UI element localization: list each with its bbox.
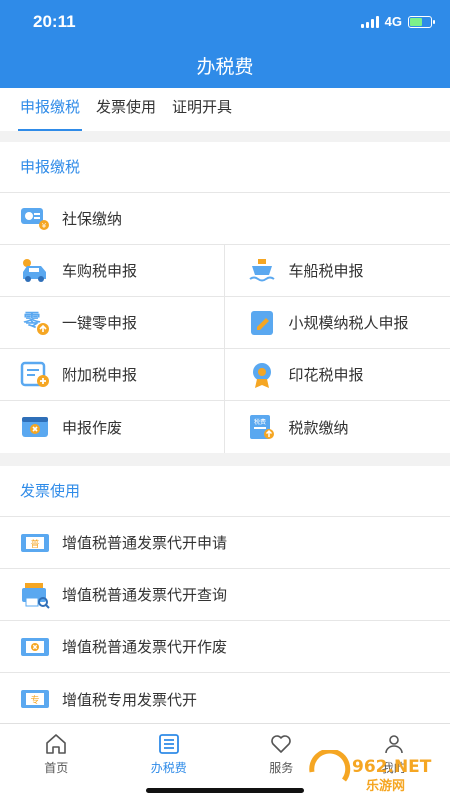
surtax-form-icon xyxy=(18,358,52,392)
watermark-logo: 962.NET 乐游网 xyxy=(308,748,442,794)
nav-home[interactable]: 首页 xyxy=(0,724,113,800)
menu-item-vehicle-vessel-tax[interactable]: 车船税申报 xyxy=(223,245,450,296)
car-icon xyxy=(18,254,52,288)
svg-text:税费: 税费 xyxy=(253,418,265,426)
top-bar: 20:11 4G 办税费 xyxy=(0,0,450,88)
menu-item-label: 增值税专用发票代开 xyxy=(62,691,198,709)
status-indicators: 4G xyxy=(360,14,435,29)
menu-item-void-declaration[interactable]: 申报作废 xyxy=(0,401,224,453)
home-indicator xyxy=(146,788,304,793)
menu-item-invoice-void[interactable]: 增值税普通发票代开作废 xyxy=(0,621,450,672)
battery-icon xyxy=(408,15,435,28)
svg-text:乐游网: 乐游网 xyxy=(366,778,405,794)
status-time: 20:11 xyxy=(33,12,76,31)
menu-item-small-taxpayer[interactable]: 小规模纳税人申报 xyxy=(223,297,450,348)
invoice-glyph: 专 xyxy=(30,694,39,706)
tax-payment-icon: 税费 xyxy=(245,410,279,444)
menu-item-vehicle-purchase-tax[interactable]: 车购税申报 xyxy=(0,245,224,296)
menu-item-social-security[interactable]: ¥ 社保缴纳 xyxy=(0,193,450,244)
menu-item-surtax[interactable]: 附加税申报 xyxy=(0,349,224,400)
small-taxpayer-icon xyxy=(245,306,279,340)
heart-icon xyxy=(269,732,293,756)
menu-item-label: 增值税普通发票代开申请 xyxy=(62,535,228,552)
menu-item-label: 附加税申报 xyxy=(62,367,138,384)
menu-item-zero-declaration[interactable]: 零 一键零申报 xyxy=(0,297,224,348)
zero-declare-icon: 零 xyxy=(18,306,52,340)
tab-certificate[interactable]: 证明开具 xyxy=(166,88,238,131)
section-title: 发票使用 xyxy=(0,466,450,517)
section-title: 申报缴税 xyxy=(0,142,450,193)
invoice-void-icon xyxy=(18,630,52,664)
menu-item-invoice-apply[interactable]: 普 增值税普通发票代开申请 xyxy=(0,517,450,568)
menu-item-label: 申报作废 xyxy=(62,419,123,437)
menu-item-tax-payment[interactable]: 税费 税款缴纳 xyxy=(223,401,450,453)
section-declare: 申报缴税 ¥ 社保缴纳 车购税申报 车船税申报 零 一键零申报 小规模纳税人申报… xyxy=(0,142,450,453)
stamp-badge-icon xyxy=(245,358,279,392)
menu-item-label: 税款缴纳 xyxy=(288,419,349,437)
network-label: 4G xyxy=(384,14,402,29)
menu-item-label: 增值税普通发票代开作废 xyxy=(62,639,228,656)
menu-item-label: 增值税普通发票代开查询 xyxy=(62,587,228,604)
menu-item-special-invoice[interactable]: 专 增值税专用发票代开 xyxy=(0,673,450,725)
ship-icon xyxy=(245,254,279,288)
tab-bar: 申报缴税 发票使用 证明开具 xyxy=(0,88,450,131)
menu-item-stamp-duty[interactable]: 印花税申报 xyxy=(223,349,450,400)
section-invoice: 发票使用 普 增值税普通发票代开申请 增值税普通发票代开查询 增值税普通发票代开… xyxy=(0,466,450,725)
status-bar: 20:11 4G xyxy=(0,0,450,44)
home-icon xyxy=(44,732,68,756)
page-title: 办税费 xyxy=(196,57,254,78)
menu-item-invoice-query[interactable]: 增值税普通发票代开查询 xyxy=(0,569,450,620)
invoice-glyph: 普 xyxy=(30,538,39,550)
signal-icon xyxy=(360,15,379,28)
menu-item-label: 一键零申报 xyxy=(62,315,138,332)
special-invoice-icon: 专 xyxy=(18,682,52,716)
void-declaration-icon xyxy=(18,410,52,444)
menu-item-label: 车船税申报 xyxy=(288,263,364,280)
invoice-apply-icon: 普 xyxy=(18,526,52,560)
nav-label: 办税费 xyxy=(150,761,187,775)
tab-invoice[interactable]: 发票使用 xyxy=(90,88,162,131)
svg-text:962.NET: 962.NET xyxy=(352,757,432,777)
menu-item-label: 社保缴纳 xyxy=(62,211,123,228)
menu-item-label: 车购税申报 xyxy=(62,263,138,280)
svg-text:¥: ¥ xyxy=(42,222,47,230)
menu-item-label: 印花税申报 xyxy=(288,367,364,384)
tab-declare[interactable]: 申报缴税 xyxy=(14,88,86,131)
list-icon xyxy=(157,732,181,756)
nav-label: 服务 xyxy=(269,761,294,775)
nav-label: 首页 xyxy=(44,761,69,775)
menu-item-label: 小规模纳税人申报 xyxy=(288,315,409,332)
social-security-card-icon: ¥ xyxy=(18,202,52,236)
invoice-query-icon xyxy=(18,578,52,612)
